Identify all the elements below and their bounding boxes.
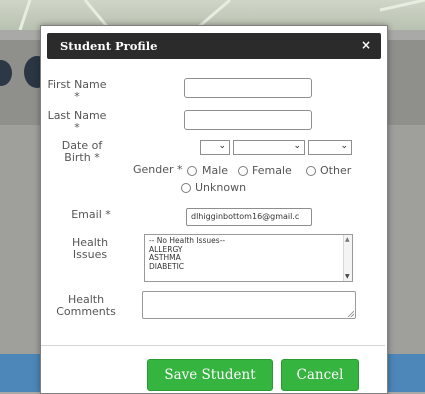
first-name-label: First Name *: [46, 79, 108, 103]
gender-radio-male[interactable]: [187, 166, 197, 176]
health-comments-textarea[interactable]: [142, 291, 356, 319]
gender-option-male: Male: [202, 164, 229, 177]
required-mark: *: [74, 90, 80, 103]
chevron-down-icon: ⌄: [218, 141, 226, 151]
gender-radio-female[interactable]: [238, 166, 248, 176]
health-comments-label-line2: Comments: [56, 305, 116, 318]
email-field[interactable]: dlhigginbottom16@gmail.c: [186, 208, 312, 226]
save-student-button[interactable]: Save Student: [147, 359, 273, 391]
chevron-down-icon: ⌄: [340, 141, 348, 151]
health-comments-label: Health Comments: [53, 294, 119, 318]
gender-radio-unknown[interactable]: [181, 183, 191, 193]
list-item[interactable]: DIABETIC: [145, 262, 352, 272]
resize-grip-icon[interactable]: [348, 311, 354, 317]
email-label: Email *: [71, 208, 111, 221]
dob-day-select[interactable]: ⌄: [233, 140, 305, 155]
gender-label: Gender *: [133, 163, 183, 176]
chevron-down-icon: ⌄: [293, 141, 301, 151]
scrollbar[interactable]: ▲ ▼: [343, 235, 352, 281]
student-profile-modal: Student Profile × First Name * Last Name…: [40, 25, 388, 394]
gender-radio-other[interactable]: [306, 166, 316, 176]
gender-option-female: Female: [252, 164, 292, 177]
footer-divider: [41, 345, 385, 346]
dob-month-select[interactable]: ⌄: [200, 140, 230, 155]
gender-option-other: Other: [320, 164, 352, 177]
last-name-input[interactable]: [184, 110, 312, 130]
required-mark: *: [74, 121, 80, 134]
gender-option-unknown: Unknown: [195, 181, 247, 194]
health-issues-label: Health Issues: [61, 237, 119, 261]
dob-label-line2: Birth *: [64, 151, 100, 164]
dob-label: Date of Birth *: [51, 140, 113, 164]
first-name-input[interactable]: [184, 78, 312, 98]
modal-header: Student Profile ×: [47, 33, 381, 59]
dob-year-select[interactable]: ⌄: [308, 140, 352, 155]
modal-title: Student Profile: [60, 39, 158, 53]
health-issues-label-line2: Issues: [72, 248, 108, 261]
close-icon[interactable]: ×: [361, 38, 371, 52]
scroll-down-icon[interactable]: ▼: [345, 273, 350, 280]
last-name-label: Last Name *: [46, 110, 108, 134]
health-issues-listbox[interactable]: -- No Health Issues-- ALLERGY ASTHMA DIA…: [144, 234, 353, 282]
cancel-button[interactable]: Cancel: [281, 359, 359, 391]
scroll-up-icon[interactable]: ▲: [345, 236, 350, 243]
